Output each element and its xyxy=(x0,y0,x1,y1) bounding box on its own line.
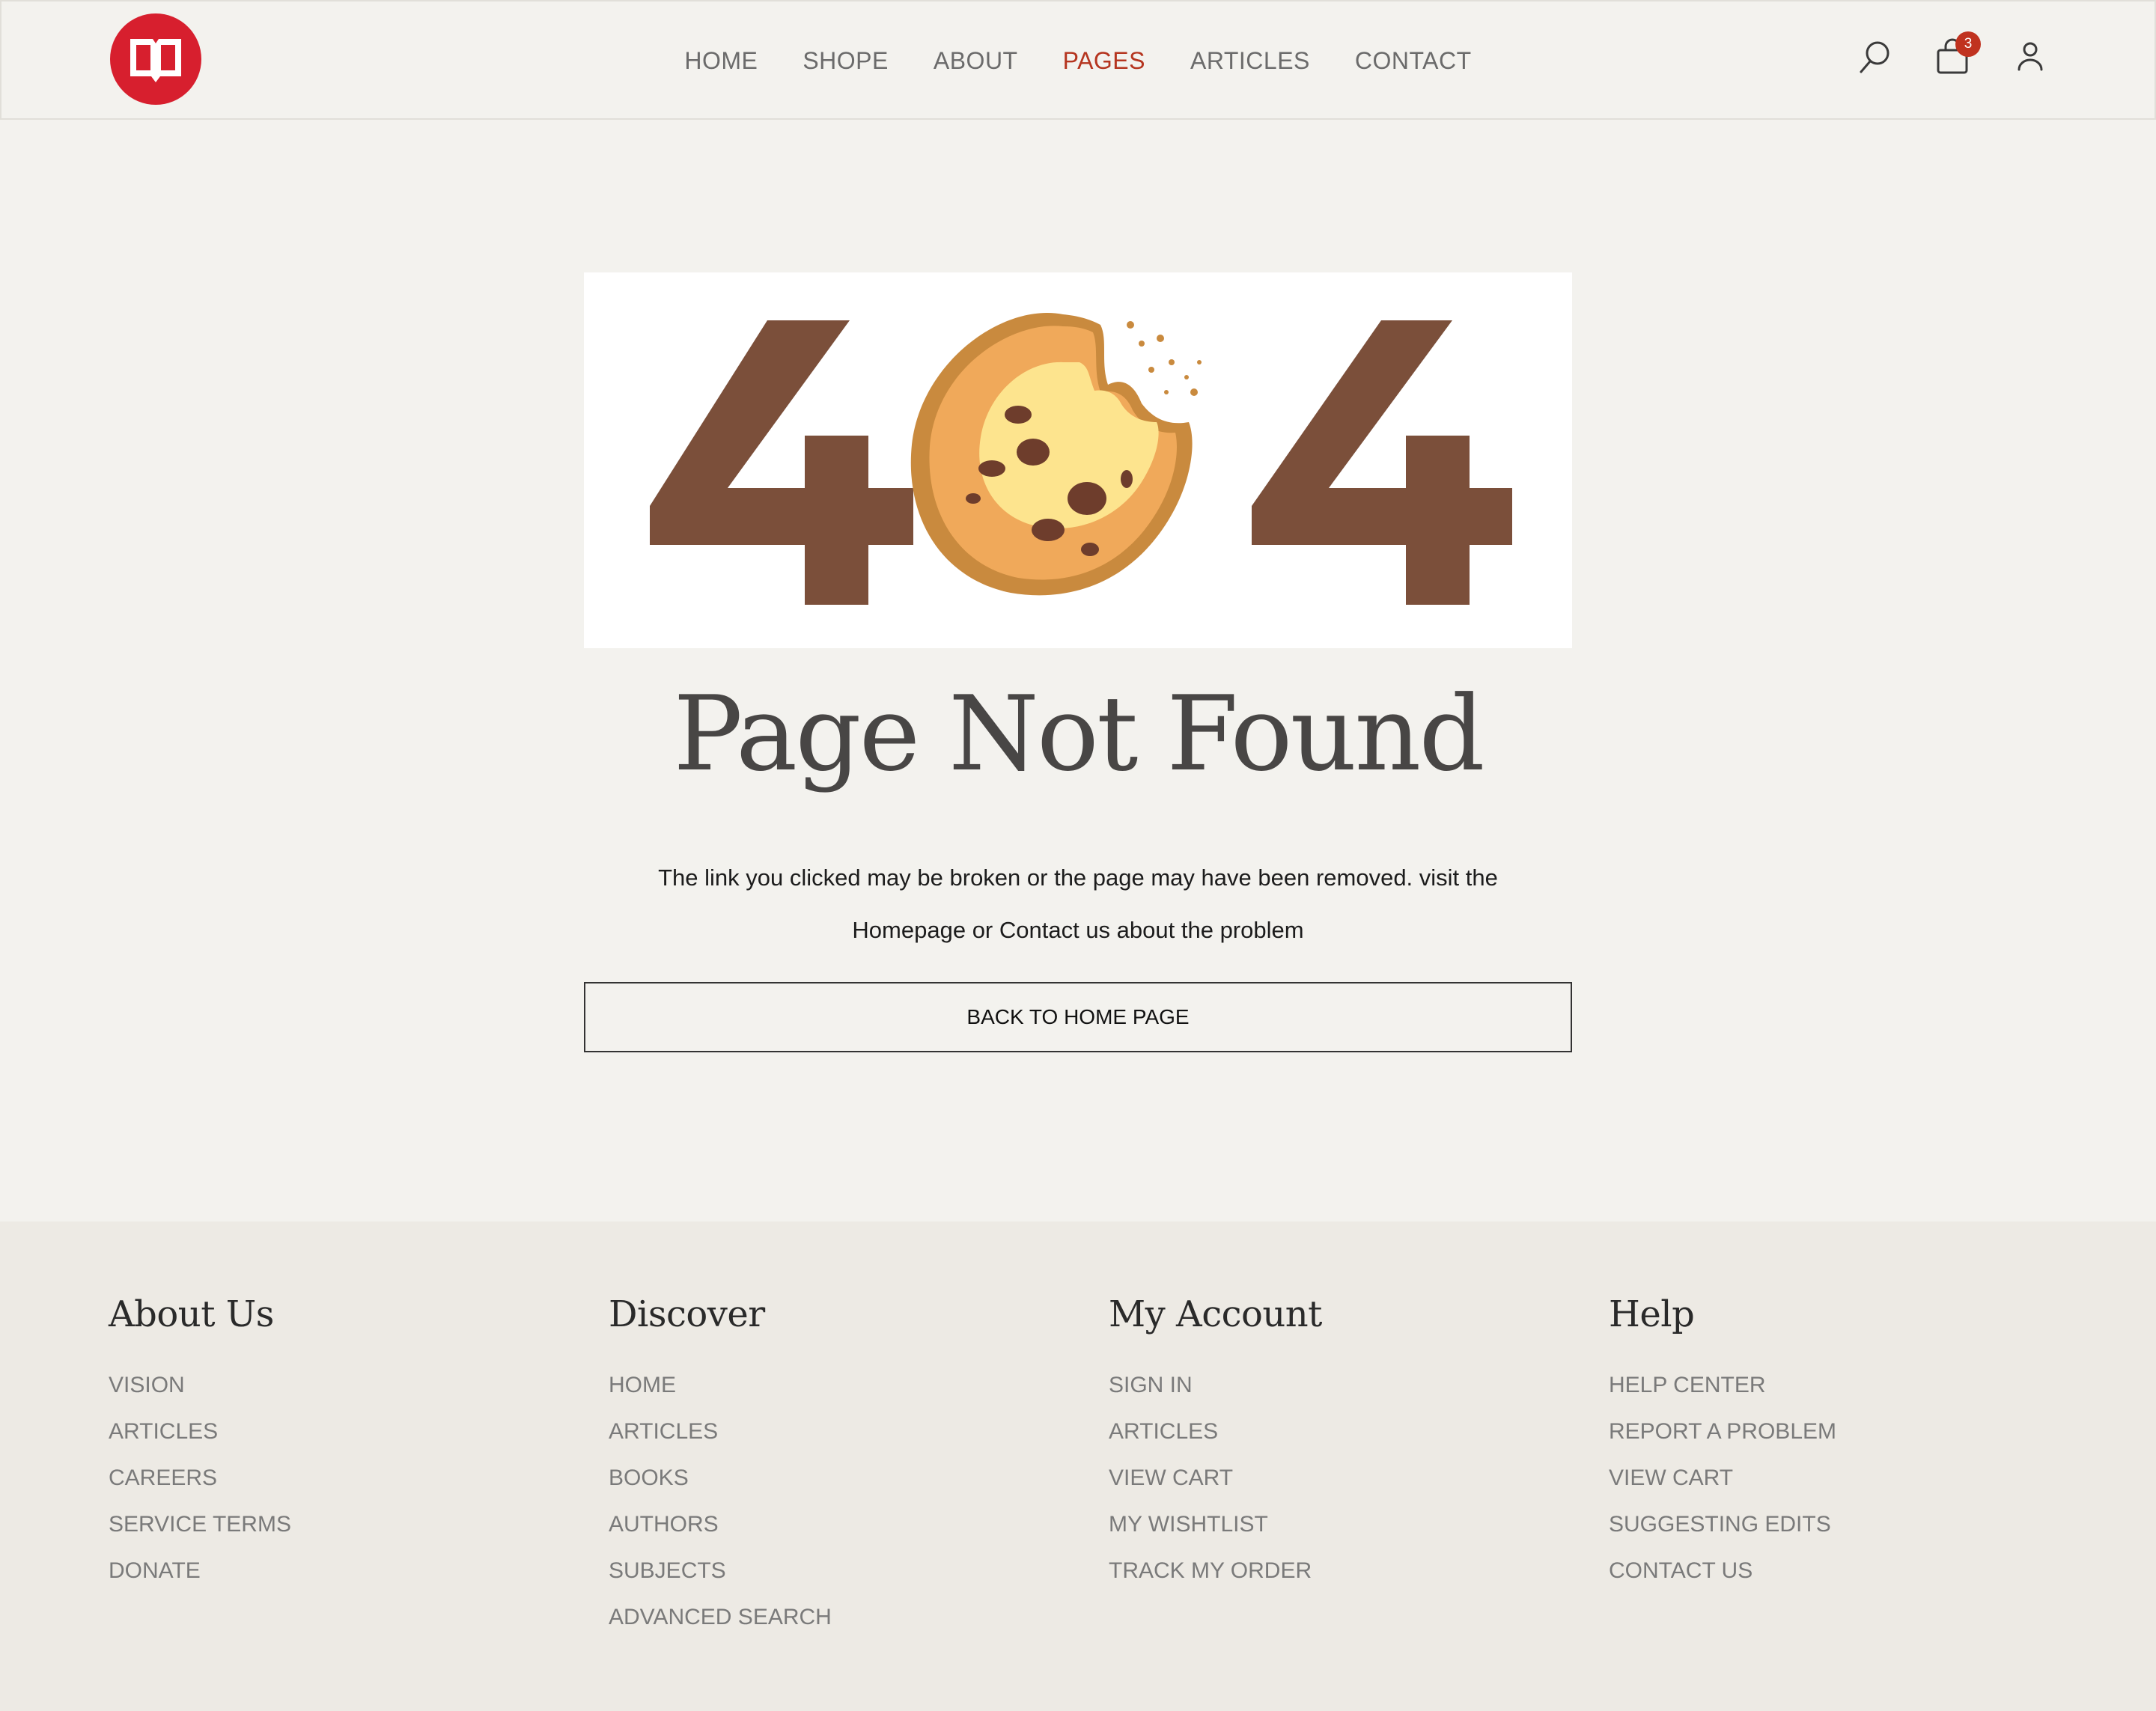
footer-heading: About Us xyxy=(109,1293,274,1335)
search-icon xyxy=(1860,41,1889,73)
footer-column-help: Help HELP CENTER REPORT A PROBLEM VIEW C… xyxy=(1609,1293,1836,1594)
nav-shope[interactable]: SHOPE xyxy=(803,47,889,75)
cart-button[interactable]: 3 xyxy=(1933,31,1981,79)
site-header: HOME SHOPE ABOUT PAGES ARTICLES CONTACT … xyxy=(0,0,2156,120)
footer-link[interactable]: ARTICLES xyxy=(609,1409,832,1455)
cart-count-badge: 3 xyxy=(1955,31,1981,57)
footer-link[interactable]: SUBJECTS xyxy=(609,1548,832,1594)
footer-link[interactable]: ADVANCED SEARCH xyxy=(609,1594,832,1641)
description-line-2: Homepage or Contact us about the problem xyxy=(852,917,1304,943)
account-button[interactable] xyxy=(2011,34,2050,79)
description-line-1: The link you clicked may be broken or th… xyxy=(658,864,1498,891)
site-footer: About Us VISION ARTICLES CAREERS SERVICE… xyxy=(0,1222,2156,1711)
page-title: Page Not Found xyxy=(673,674,1484,794)
footer-link[interactable]: HELP CENTER xyxy=(1609,1362,1836,1409)
nav-about[interactable]: ABOUT xyxy=(934,47,1018,75)
digit-four-right xyxy=(1252,320,1512,605)
footer-link[interactable]: ARTICLES xyxy=(1109,1409,1322,1455)
footer-link[interactable]: REPORT A PROBLEM xyxy=(1609,1409,1836,1455)
footer-column-about: About Us VISION ARTICLES CAREERS SERVICE… xyxy=(109,1293,291,1594)
footer-link[interactable]: CAREERS xyxy=(109,1455,291,1501)
footer-link[interactable]: ARTICLES xyxy=(109,1409,291,1455)
footer-heading: Help xyxy=(1609,1293,1695,1335)
footer-link[interactable]: VISION xyxy=(109,1362,291,1409)
digit-four-left xyxy=(650,320,913,605)
footer-link[interactable]: VIEW CART xyxy=(1109,1455,1322,1501)
nav-articles[interactable]: ARTICLES xyxy=(1190,47,1310,75)
cookie-icon xyxy=(910,312,1202,596)
header-actions: 3 xyxy=(1855,31,2050,79)
back-to-home-button[interactable]: BACK TO HOME PAGE xyxy=(584,982,1572,1052)
error-404-illustration xyxy=(584,272,1572,648)
not-found-section: Page Not Found The link you clicked may … xyxy=(0,120,2156,1222)
footer-link[interactable]: SUGGESTING EDITS xyxy=(1609,1501,1836,1548)
footer-link[interactable]: HOME xyxy=(609,1362,832,1409)
footer-link[interactable]: AUTHORS xyxy=(609,1501,832,1548)
footer-link[interactable]: MY WISHTLIST xyxy=(1109,1501,1322,1548)
footer-link[interactable]: SERVICE TERMS xyxy=(109,1501,291,1548)
open-book-icon xyxy=(130,39,181,82)
nav-home[interactable]: HOME xyxy=(684,47,758,75)
footer-link[interactable]: VIEW CART xyxy=(1609,1455,1836,1501)
footer-column-discover: Discover HOME ARTICLES BOOKS AUTHORS SUB… xyxy=(609,1293,832,1641)
main-nav: HOME SHOPE ABOUT PAGES ARTICLES CONTACT xyxy=(1,1,2155,120)
footer-link[interactable]: DONATE xyxy=(109,1548,291,1594)
site-logo[interactable] xyxy=(110,13,201,105)
footer-link[interactable]: BOOKS xyxy=(609,1455,832,1501)
nav-contact[interactable]: CONTACT xyxy=(1355,47,1472,75)
user-icon xyxy=(2018,42,2043,71)
search-button[interactable] xyxy=(1855,34,1894,79)
footer-link[interactable]: CONTACT US xyxy=(1609,1548,1836,1594)
error-description: The link you clicked may be broken or th… xyxy=(584,852,1572,957)
footer-link[interactable]: TRACK MY ORDER xyxy=(1109,1548,1322,1594)
nav-pages[interactable]: PAGES xyxy=(1063,47,1145,75)
footer-link[interactable]: SIGN IN xyxy=(1109,1362,1322,1409)
footer-heading: Discover xyxy=(609,1293,765,1335)
footer-heading: My Account xyxy=(1109,1293,1322,1335)
footer-column-account: My Account SIGN IN ARTICLES VIEW CART MY… xyxy=(1109,1293,1322,1594)
